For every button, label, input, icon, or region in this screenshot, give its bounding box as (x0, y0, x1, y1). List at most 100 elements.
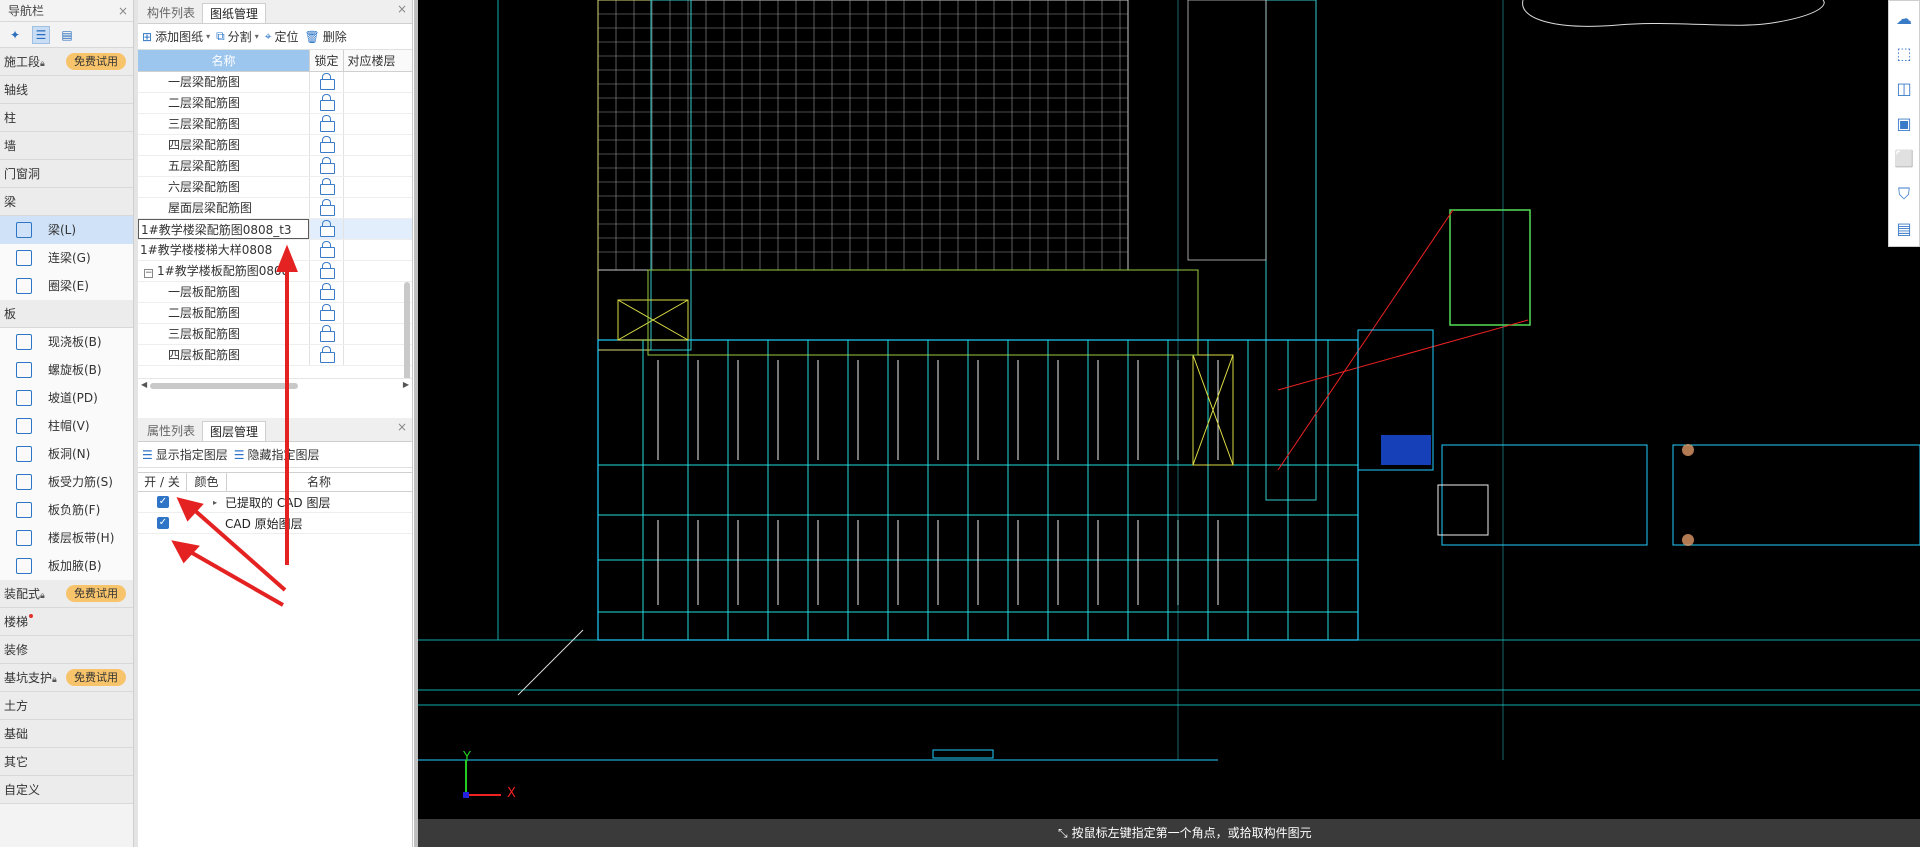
layer-row[interactable]: ✓ CAD 原始图层 (138, 513, 412, 534)
drawing-name-cell[interactable]: 四层板配筋图 (138, 345, 309, 365)
region-select-icon[interactable]: ⬜ (1889, 141, 1919, 176)
drawing-row[interactable]: −1#教学楼板配筋图0808 (138, 261, 412, 282)
nav-sub-item[interactable]: 板受力筋(S) (0, 468, 133, 496)
tab-layer-management[interactable]: 图层管理 (202, 421, 267, 441)
column-name[interactable]: 名称 (138, 50, 309, 71)
drawing-name-cell[interactable]: 四层梁配筋图 (138, 135, 309, 155)
nav-category[interactable]: 墙 (0, 132, 133, 160)
delete-button[interactable]: 🗑 删除 (304, 28, 346, 45)
floor-cell[interactable] (343, 72, 399, 92)
nav-sub-item[interactable]: 板负筋(F) (0, 496, 133, 524)
drawing-name-cell[interactable]: 三层梁配筋图 (138, 114, 309, 134)
scroll-thumb[interactable] (150, 383, 298, 389)
lock-cell[interactable] (309, 72, 343, 92)
floor-cell[interactable] (343, 282, 399, 302)
scroll-right-icon[interactable]: ▶ (403, 380, 409, 389)
floor-cell[interactable] (343, 177, 399, 197)
nav-category[interactable]: 装修 (0, 636, 133, 664)
drawing-row[interactable]: 五层梁配筋图 (138, 156, 412, 177)
scroll-left-icon[interactable]: ◀ (141, 380, 147, 389)
unlock-icon[interactable] (320, 346, 335, 363)
unlock-icon[interactable] (320, 157, 335, 174)
lock-cell[interactable] (309, 177, 343, 197)
nav-category[interactable]: 基坑支护🔒︎ 免费试用 (0, 664, 133, 692)
drawing-name-cell[interactable]: 一层板配筋图 (138, 282, 309, 302)
add-drawing-button[interactable]: ⊞ 添加图纸 ▾ (142, 28, 210, 45)
free-trial-badge[interactable]: 免费试用 (66, 585, 126, 602)
nav-sub-item[interactable]: 螺旋板(B) (0, 356, 133, 384)
lock-cell[interactable] (309, 219, 343, 239)
show-layer-button[interactable]: ☰ 显示指定图层 (142, 446, 228, 463)
unlock-icon[interactable] (320, 178, 335, 195)
drawing-row[interactable]: 三层梁配筋图 (138, 114, 412, 135)
floor-cell[interactable] (343, 135, 399, 155)
nav-sub-item[interactable]: 现浇板(B) (0, 328, 133, 356)
nav-category[interactable]: 土方 (0, 692, 133, 720)
list-icon[interactable]: ☰ (32, 25, 50, 44)
nav-category[interactable]: 板 (0, 300, 133, 328)
drawing-name-cell[interactable]: 一层梁配筋图 (138, 72, 309, 92)
nav-sub-item[interactable]: 梁(L) (0, 216, 133, 244)
lock-cell[interactable] (309, 261, 343, 281)
unlock-icon[interactable] (320, 241, 335, 258)
floor-cell[interactable] (343, 219, 399, 239)
drawing-row[interactable]: 四层梁配筋图 (138, 135, 412, 156)
pin-icon[interactable]: ✦ (6, 26, 24, 44)
free-trial-badge[interactable]: 免费试用 (66, 669, 126, 686)
floor-cell[interactable] (343, 156, 399, 176)
drawing-name-cell[interactable]: 三层板配筋图 (138, 324, 309, 344)
nav-category[interactable]: 自定义 (0, 776, 133, 804)
cloud-icon[interactable]: ☁ (1889, 1, 1919, 36)
lock-cell[interactable] (309, 282, 343, 302)
free-trial-badge[interactable]: 免费试用 (66, 53, 126, 70)
column-floor[interactable]: 对应楼层 (343, 50, 399, 71)
floor-cell[interactable] (343, 303, 399, 323)
nav-sub-item[interactable]: 连梁(G) (0, 244, 133, 272)
tab-drawing-management[interactable]: 图纸管理 (202, 3, 267, 23)
lock-cell[interactable] (309, 240, 343, 260)
nav-category[interactable]: 柱 (0, 104, 133, 132)
drawing-row[interactable]: 二层梁配筋图 (138, 93, 412, 114)
tab-property-list[interactable]: 属性列表 (140, 421, 202, 441)
nav-category[interactable]: 楼梯 (0, 608, 133, 636)
drawing-row[interactable]: 一层板配筋图 (138, 282, 412, 303)
card-icon[interactable]: ▤ (58, 26, 76, 44)
cube-icon[interactable]: ◫ (1889, 71, 1919, 106)
nav-sub-item[interactable]: 柱帽(V) (0, 412, 133, 440)
vertical-scrollbar[interactable] (404, 282, 410, 378)
lock-cell[interactable] (309, 114, 343, 134)
drawing-name-cell[interactable]: 1#教学楼楼梯大样0808 (138, 240, 309, 260)
expand-icon[interactable]: ▸ (169, 498, 225, 507)
collapse-icon[interactable]: − (144, 269, 153, 278)
cad-canvas[interactable]: Y X (418, 0, 1920, 847)
unlock-icon[interactable] (320, 220, 335, 237)
drawing-row[interactable]: 1#教学楼楼梯大样0808 (138, 240, 412, 261)
unlock-icon[interactable] (320, 283, 335, 300)
nav-sub-item[interactable]: 楼层板带(H) (0, 524, 133, 552)
floor-cell[interactable] (343, 261, 399, 281)
unlock-icon[interactable] (320, 199, 335, 216)
floor-cell[interactable] (343, 114, 399, 134)
drawing-name-cell[interactable]: 1#教学楼梁配筋图0808_t3 (138, 219, 309, 239)
locate-button[interactable]: ⌖ 定位 (265, 28, 299, 45)
check-shield-icon[interactable]: ⛉ (1889, 176, 1919, 211)
lock-cell[interactable] (309, 324, 343, 344)
horizontal-scrollbar[interactable]: ◀ ▶ (138, 378, 412, 392)
floor-cell[interactable] (343, 324, 399, 344)
nav-sub-item[interactable]: 板加腋(B) (0, 552, 133, 580)
unlock-icon[interactable] (320, 136, 335, 153)
floor-cell[interactable] (343, 345, 399, 365)
unlock-icon[interactable] (320, 325, 335, 342)
unlock-icon[interactable] (320, 115, 335, 132)
drawing-row[interactable]: 1#教学楼梁配筋图0808_t3 (138, 219, 412, 240)
3d-box-icon[interactable]: ⬚ (1889, 36, 1919, 71)
nav-sub-item[interactable]: 坡道(PD) (0, 384, 133, 412)
close-icon[interactable]: × (397, 420, 407, 434)
split-button[interactable]: ⧉ 分割 ▾ (216, 28, 259, 45)
drawing-row[interactable]: 四层板配筋图 (138, 345, 412, 366)
hide-layer-button[interactable]: ☰ 隐藏指定图层 (234, 446, 320, 463)
close-icon[interactable]: × (118, 0, 128, 22)
nav-category[interactable]: 梁 (0, 188, 133, 216)
close-icon[interactable]: × (397, 2, 407, 16)
layer-visible-checkbox[interactable]: ✓ (157, 517, 169, 529)
